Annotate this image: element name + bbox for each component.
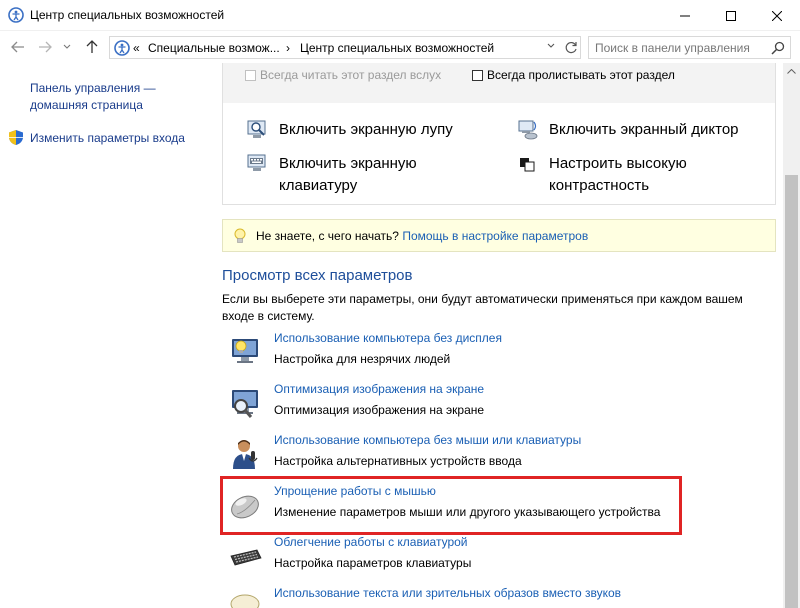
always-skip-label: Всегда пролистывать этот раздел	[487, 68, 675, 82]
forward-button[interactable]	[37, 39, 53, 55]
start-narrator-label: Включить экранный диктор	[549, 121, 739, 138]
maximize-icon	[726, 10, 736, 21]
breadcrumb-accessibility[interactable]: Специальные возмож...	[148, 41, 280, 55]
scroll-up-button[interactable]	[783, 63, 800, 80]
always-skip-checkbox[interactable]: Всегда пролистывать этот раздел	[472, 68, 675, 82]
list-item-without-display: Использование компьютера без дисплея Нас…	[229, 329, 769, 375]
control-panel-home-link-line1[interactable]: Панель управления —	[30, 80, 156, 97]
breadcrumb-separator[interactable]: ›	[286, 41, 290, 55]
quick-tools-panel: Включить экранную лупу Включить экранный…	[222, 103, 776, 205]
arrow-up-icon	[86, 40, 98, 53]
onscreen-keyboard-icon	[247, 154, 266, 171]
minimize-button[interactable]	[662, 0, 708, 31]
breadcrumb-overflow[interactable]: «	[133, 41, 140, 55]
list-item-without-mouse-keyboard: Использование компьютера без мыши или кл…	[229, 431, 769, 477]
section-description: Если вы выберете эти параметры, они буду…	[222, 292, 743, 323]
tip-bar: Не знаете, с чего начать? Помощь в настр…	[222, 219, 776, 252]
narrator-icon	[518, 120, 538, 140]
address-dropdown-button[interactable]	[547, 41, 561, 52]
lightbulb-icon	[234, 228, 246, 243]
search-box[interactable]	[588, 36, 791, 59]
recent-locations-button[interactable]	[62, 39, 72, 55]
item-description: Настройка параметров клавиатуры	[274, 556, 472, 570]
scroll-thumb[interactable]	[785, 175, 798, 608]
close-button[interactable]	[754, 0, 800, 31]
search-input[interactable]	[595, 40, 765, 55]
start-onscreen-keyboard-link[interactable]: Включить экранную клавиатуру	[247, 153, 417, 197]
always-read-label: Всегда читать этот раздел вслух	[260, 68, 442, 82]
tip-question: Не знаете, с чего начать?	[256, 229, 399, 243]
item-description: Настройка альтернативных устройств ввода	[274, 454, 522, 468]
chevron-down-icon	[547, 43, 555, 48]
title-bar: Центр специальных возможностей	[0, 0, 800, 31]
item-link[interactable]: Облегчение работы с клавиатурой	[274, 535, 468, 549]
chevron-down-icon	[63, 44, 71, 49]
up-button[interactable]	[84, 39, 100, 55]
shield-icon	[9, 130, 23, 145]
keyboard-icon	[230, 549, 262, 566]
arrow-left-icon	[11, 41, 24, 53]
section-title: Просмотр всех параметров	[222, 267, 413, 284]
start-onscreen-keyboard-label-line1: Включить экранную	[279, 155, 417, 172]
address-bar[interactable]: « Специальные возмож... › Центр специаль…	[109, 36, 581, 59]
start-narrator-link[interactable]: Включить экранный диктор	[517, 119, 739, 141]
item-description: Оптимизация изображения на экране	[274, 403, 485, 417]
speech-bubble-icon	[230, 594, 260, 608]
highlight-box	[220, 476, 682, 535]
refresh-button[interactable]	[562, 38, 580, 57]
person-microphone-icon	[233, 440, 258, 469]
list-item-text-instead-of-sounds: Использование текста или зрительных обра…	[229, 584, 769, 608]
settings-help-link[interactable]: Помощь в настройке параметров	[402, 229, 588, 243]
list-item-keyboard: Облегчение работы с клавиатурой Настройк…	[229, 533, 769, 579]
window-title: Центр специальных возможностей	[30, 8, 225, 22]
left-pane: Панель управления — домашняя страница Из…	[0, 63, 205, 608]
high-contrast-icon	[520, 158, 535, 172]
item-description: Настройка для незрячих людей	[274, 352, 451, 366]
chevron-up-icon	[787, 69, 796, 74]
checkbox-box	[245, 69, 256, 81]
change-signin-settings-link[interactable]: Изменить параметры входа	[30, 130, 185, 147]
tip-text: Не знаете, с чего начать? Помощь в настр…	[256, 229, 588, 243]
start-magnifier-link[interactable]: Включить экранную лупу	[247, 119, 453, 141]
high-contrast-label-line2: контрастность	[549, 177, 650, 194]
control-panel-home-link-line2[interactable]: домашняя страница	[30, 97, 143, 114]
navigation-bar: « Специальные возмож... › Центр специаль…	[0, 31, 800, 63]
breadcrumb-current[interactable]: Центр специальных возможностей	[300, 41, 494, 55]
item-link[interactable]: Оптимизация изображения на экране	[274, 382, 484, 396]
magnifier-icon	[247, 120, 266, 138]
vertical-scrollbar[interactable]	[783, 63, 800, 608]
high-contrast-label: Настроить высокую контрастность	[549, 153, 687, 197]
checkbox-box	[472, 69, 483, 81]
high-contrast-link[interactable]: Настроить высокую контрастность	[517, 153, 687, 197]
monitor-lightbulb-icon	[232, 339, 258, 363]
high-contrast-label-line1: Настроить высокую	[549, 155, 687, 172]
always-read-checkbox[interactable]: Всегда читать этот раздел вслух	[245, 68, 441, 82]
item-link[interactable]: Использование текста или зрительных обра…	[274, 586, 621, 600]
start-magnifier-label: Включить экранную лупу	[279, 121, 453, 138]
close-icon	[772, 10, 782, 21]
start-onscreen-keyboard-label-line2: клавиатуру	[279, 177, 358, 194]
arrow-right-icon	[39, 41, 52, 53]
refresh-icon	[565, 41, 577, 54]
item-link[interactable]: Использование компьютера без мыши или кл…	[274, 433, 581, 447]
monitor-magnifier-icon	[232, 390, 258, 418]
ease-of-access-icon	[8, 7, 24, 23]
start-onscreen-keyboard-label: Включить экранную клавиатуру	[279, 153, 417, 197]
item-link[interactable]: Использование компьютера без дисплея	[274, 331, 502, 345]
list-item-optimize-display: Оптимизация изображения на экране Оптими…	[229, 380, 769, 426]
maximize-button[interactable]	[708, 0, 754, 31]
minimize-icon	[680, 15, 690, 16]
search-icon[interactable]	[770, 40, 786, 56]
ease-of-access-icon	[114, 40, 130, 56]
back-button[interactable]	[10, 39, 26, 55]
